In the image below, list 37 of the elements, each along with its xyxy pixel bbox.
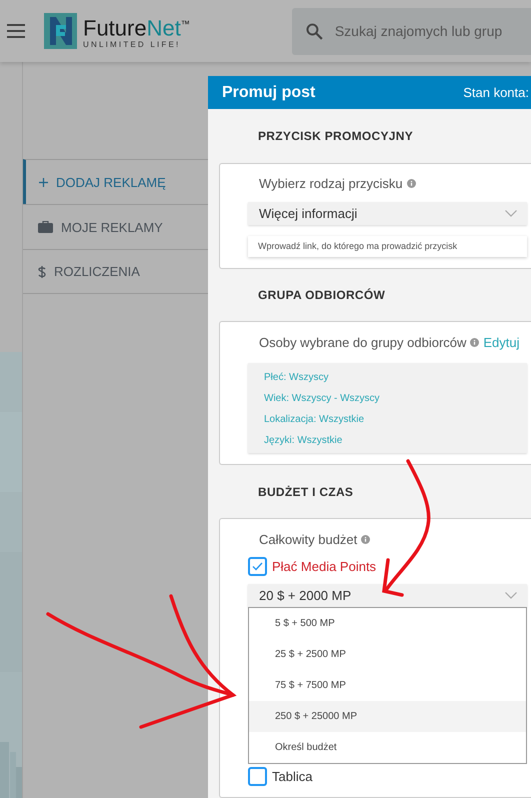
section-heading: PRZYCISK PROMOCYJNY: [257, 128, 414, 145]
info-icon: [361, 534, 370, 544]
button-type-select[interactable]: Więcej informacji: [248, 202, 527, 225]
link-input-field[interactable]: Wprowadź link, do którego ma prowadzić przycisk: [248, 236, 527, 257]
budget-select[interactable]: 20 $ + 2000 MP: [248, 584, 527, 607]
checkbox[interactable]: [248, 766, 267, 786]
checkbox-label: Płać Media Points: [272, 558, 376, 574]
audience-criterion: Wiek: Wszyscy - Wszyscy: [264, 392, 381, 406]
info-icon: [406, 179, 416, 188]
search-field[interactable]: Szukaj znajomych lub grup: [292, 8, 531, 54]
logo-tagline: UNLIMITED LIFE!: [83, 40, 182, 49]
search-icon: [306, 22, 323, 40]
chevron-down-icon: [505, 210, 517, 217]
section-heading: GRUPA ODBIORCÓW: [257, 286, 386, 304]
dollar-icon: [38, 266, 46, 278]
audience-criterion: Płeć: Wszyscy: [264, 371, 330, 385]
search-input[interactable]: Szukaj znajomych lub grup: [332, 22, 531, 40]
sidebar-item[interactable]: ROZLICZENIA: [23, 249, 208, 294]
account-balance-label: Stan konta:: [463, 85, 529, 100]
checkbox-label: Tablica: [272, 768, 312, 784]
briefcase-icon: [38, 221, 53, 233]
dropdown-option[interactable]: 250 $ + 25000 MP: [249, 701, 526, 732]
menu-icon[interactable]: [7, 24, 25, 38]
audience-criterion: Lokalizacja: Wszystkie: [264, 413, 366, 427]
field-label: Całkowity budżet: [259, 532, 358, 546]
section-heading: BUDŻET I CZAS: [257, 484, 354, 500]
field-label: Osoby wybrane do grupy odbiorców: [259, 334, 466, 350]
chevron-down-icon: [505, 592, 517, 599]
field-label: Wybierz rodzaj przycisku: [259, 176, 403, 192]
logo-name: FutureNet$^{™}$: [83, 14, 190, 40]
info-icon: [470, 338, 480, 346]
check-icon: [252, 562, 263, 570]
checkbox[interactable]: [248, 556, 267, 576]
plus-icon: [39, 178, 48, 186]
logo-icon: [44, 13, 77, 49]
audience-criterion: Języki: Wszystkie: [264, 434, 344, 448]
dialog-title: Promuj post: [222, 84, 316, 102]
